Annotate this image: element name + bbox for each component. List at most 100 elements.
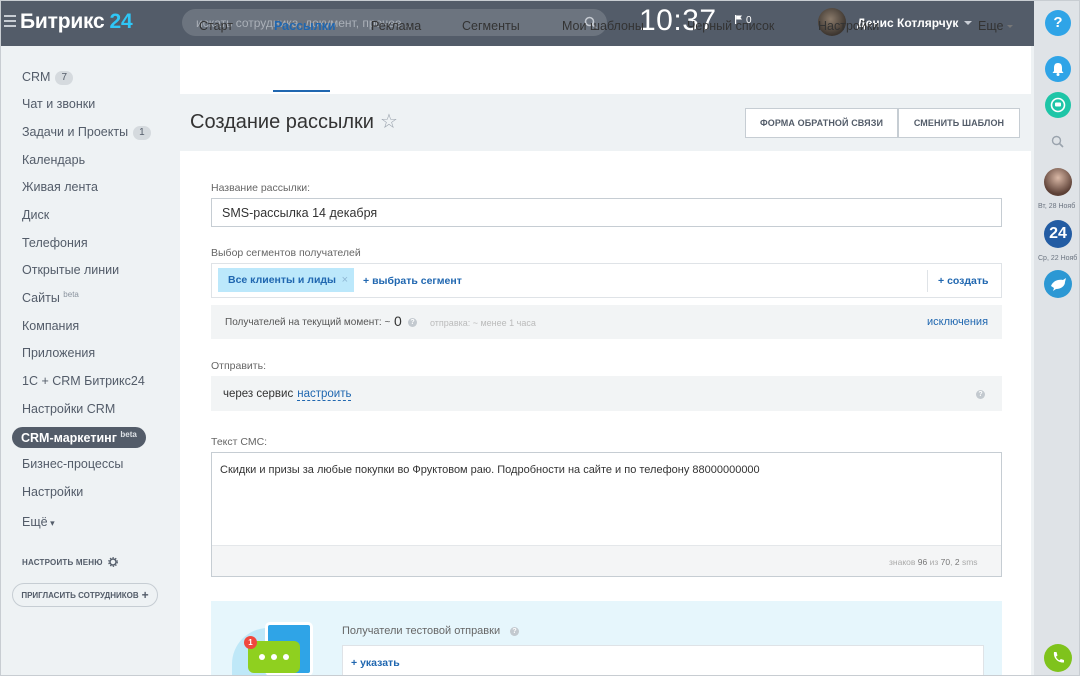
- bird-icon: [1051, 278, 1066, 291]
- sidebar-item-label: Бизнес-процессы: [22, 457, 124, 471]
- sidebar-item-tasks-projects[interactable]: Задачи и Проекты 1: [22, 125, 151, 140]
- chevron-down-icon: ▾: [47, 518, 55, 528]
- counter-badge: 7: [55, 71, 74, 85]
- sms-text[interactable]: Скидки и призы за любые покупки во Фрукт…: [220, 464, 760, 476]
- bitrix24-chat-avatar[interactable]: 24: [1044, 220, 1072, 248]
- active-tab-indicator: [273, 90, 330, 92]
- mailing-form-card: [180, 151, 1031, 676]
- sidebar-item-more[interactable]: Ещё ▾: [22, 515, 55, 529]
- messenger-button[interactable]: [1045, 92, 1071, 118]
- recipients-count: 0: [394, 313, 402, 329]
- notifications-button[interactable]: [1045, 56, 1071, 82]
- test-recipients-label: Получатели тестовой отправки: [342, 625, 501, 637]
- sidebar-item-label: Чат и звонки: [22, 97, 96, 111]
- info-icon[interactable]: ?: [976, 390, 985, 399]
- tab-bar: [180, 46, 1031, 94]
- tab-my-templates[interactable]: Мои шаблоны: [562, 19, 644, 33]
- logo[interactable]: Битрикс 24: [20, 10, 133, 34]
- recipients-label: Получателей на текущий момент: ~: [225, 317, 391, 328]
- change-template-button[interactable]: СМЕНИТЬ ШАБЛОН: [898, 108, 1020, 138]
- beta-badge: beta: [120, 430, 137, 439]
- add-test-recipient-link[interactable]: + указать: [351, 657, 400, 669]
- sidebar-item-live-feed[interactable]: Живая лента: [22, 180, 98, 194]
- recent-chat-date: Вт, 28 Нояб: [1038, 203, 1076, 210]
- sms-footer: [212, 545, 1001, 576]
- sidebar-item-label: Телефония: [22, 236, 88, 250]
- hamburger-icon[interactable]: [4, 15, 16, 27]
- sidebar-item-settings[interactable]: Настройки: [22, 485, 83, 499]
- sidebar-item-label: Календарь: [22, 153, 86, 167]
- invite-employees-button[interactable]: ПРИГЛАСИТЬ СОТРУДНИКОВ +: [12, 583, 158, 607]
- page-title: Создание рассылки ☆: [190, 109, 398, 134]
- sidebar-item-label: Приложения: [22, 346, 96, 360]
- create-segment-link[interactable]: + создать: [938, 275, 989, 287]
- sms-label: Текст СМС:: [211, 436, 268, 448]
- feedback-form-button[interactable]: ФОРМА ОБРАТНОЙ СВЯЗИ: [745, 108, 898, 138]
- configure-menu[interactable]: НАСТРОИТЬ МЕНЮ: [22, 557, 118, 567]
- sidebar-item-calendar[interactable]: Календарь: [22, 153, 85, 167]
- sidebar-item-label: Компания: [22, 319, 80, 333]
- chevron-down-icon: [964, 21, 973, 25]
- star-icon[interactable]: ☆: [380, 109, 398, 134]
- bell-icon: [1052, 63, 1064, 76]
- sidebar-item-label: Задачи и Проекты: [22, 125, 129, 139]
- sidebar-item-crm-marketing[interactable]: CRM-маркетинг beta: [12, 427, 146, 449]
- configure-service-link[interactable]: настроить: [297, 388, 352, 401]
- search-icon[interactable]: [1051, 135, 1064, 148]
- bot-chat-avatar[interactable]: [1044, 270, 1072, 298]
- exclusions-link[interactable]: исключения: [927, 316, 988, 328]
- name-label: Название рассылки:: [211, 182, 311, 194]
- sms-char-counter: знаков 96 из 70, 2 sms: [889, 557, 978, 567]
- sidebar-item-open-channels[interactable]: Открытые линии: [22, 263, 119, 277]
- notification-badge: 1: [244, 636, 257, 649]
- test-recipients-input[interactable]: [342, 645, 984, 676]
- recent-chat-date: Ср, 22 Нояб: [1038, 255, 1078, 262]
- sidebar-item-label: Ещё: [22, 515, 48, 529]
- sidebar-item-label: Настройки: [22, 485, 84, 499]
- tab-settings[interactable]: Настройки: [818, 19, 879, 33]
- tab-start[interactable]: Старт: [199, 19, 233, 33]
- sidebar-item-telephony[interactable]: Телефония: [22, 236, 88, 250]
- sidebar-item-label: CRM: [22, 70, 51, 84]
- sidebar-item-1c-crm[interactable]: 1С + CRM Битрикс24: [22, 374, 145, 388]
- tab-ads[interactable]: Реклама: [371, 19, 421, 33]
- tab-mailings[interactable]: Рассылки: [274, 19, 336, 33]
- sidebar-item-crm[interactable]: CRM 7: [22, 70, 74, 85]
- tab-segments[interactable]: Сегменты: [462, 19, 520, 33]
- chevron-down-icon: [1007, 25, 1014, 28]
- sending-time: отправка: ~ менее 1 часа: [430, 318, 536, 328]
- sidebar-item-chat-calls[interactable]: Чат и звонки: [22, 97, 95, 111]
- info-icon[interactable]: ?: [408, 318, 417, 327]
- sidebar-item-company[interactable]: Компания: [22, 319, 79, 333]
- sidebar-item-label: Живая лента: [22, 180, 98, 194]
- sidebar-item-applications[interactable]: Приложения: [22, 346, 95, 360]
- sidebar-item-label: Открытые линии: [22, 263, 120, 277]
- mailing-name-input[interactable]: [211, 198, 1002, 227]
- send-label: Отправить:: [211, 360, 266, 372]
- beta-badge: beta: [63, 290, 79, 299]
- select-segment-link[interactable]: + выбрать сегмент: [363, 275, 462, 287]
- sidebar-item-label: 1С + CRM Битрикс24: [22, 374, 145, 388]
- send-via: через сервис настроить: [223, 388, 352, 401]
- segments-label: Выбор сегментов получателей: [211, 247, 361, 259]
- close-icon[interactable]: ×: [342, 268, 348, 292]
- tab-more[interactable]: Еще: [978, 19, 1014, 33]
- segment-tag[interactable]: Все клиенты и лиды ×: [218, 268, 354, 292]
- sidebar-item-crm-settings[interactable]: Настройки CRM: [22, 402, 115, 416]
- chat-icon: [1050, 97, 1066, 113]
- sidebar-item-disk[interactable]: Диск: [22, 208, 49, 222]
- phone-icon: [1053, 652, 1064, 663]
- sidebar-item-label: Сайты: [22, 291, 60, 306]
- tab-blacklist[interactable]: Черный список: [687, 19, 774, 33]
- sidebar-item-label: Диск: [22, 208, 50, 222]
- info-icon[interactable]: ?: [510, 627, 519, 636]
- divider: [927, 270, 928, 292]
- recent-chat-avatar[interactable]: [1044, 168, 1072, 196]
- sidebar-item-business-processes[interactable]: Бизнес-процессы: [22, 457, 123, 471]
- help-button[interactable]: ?: [1045, 10, 1071, 36]
- counter-badge: 1: [133, 126, 151, 140]
- left-sidebar: [0, 46, 180, 676]
- sidebar-item-sites[interactable]: Сайты beta: [22, 290, 79, 305]
- gear-icon: [107, 557, 118, 567]
- call-button[interactable]: [1044, 644, 1072, 672]
